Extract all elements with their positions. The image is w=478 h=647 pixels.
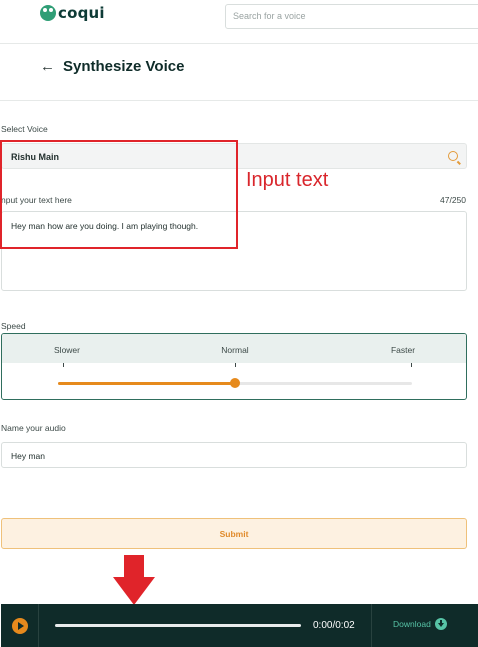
page-title: Synthesize Voice [63,58,185,75]
annotation-highlight-box [0,140,238,249]
annotation-down-arrow-icon [113,555,155,605]
submit-button[interactable]: Submit [1,518,467,549]
download-icon [434,618,447,630]
speed-slider-handle[interactable] [230,378,240,388]
search-input[interactable]: Search for a voice [225,4,478,29]
audio-player: 0:00/0:02 Download [1,604,478,647]
speed-control: Slower Normal Faster [1,333,467,400]
speed-tick-faster: Faster [390,345,416,355]
annotation-label: Input text [246,169,329,191]
top-bar: coqui Search for a voice [0,0,478,44]
select-voice-label: Select Voice [1,124,48,134]
speed-tick-mark [63,363,64,367]
play-icon[interactable] [11,617,28,634]
download-label: Download [393,619,431,629]
logo-text: coqui [58,4,105,22]
audio-progress-bar[interactable] [55,624,301,627]
coqui-logo[interactable]: coqui [40,4,105,22]
play-cell [1,604,39,647]
frog-logo-icon [40,5,56,21]
speed-label: Speed [1,321,26,331]
speed-header: Slower Normal Faster [2,334,466,363]
audio-name-field[interactable]: Hey man [1,442,467,468]
back-arrow-icon[interactable]: ← [40,58,55,75]
audio-time: 0:00/0:02 [313,620,355,631]
char-count: 47/250 [440,195,466,205]
search-icon[interactable] [448,151,458,161]
speed-tick-mark [235,363,236,367]
speed-tick-normal: Normal [221,345,249,355]
speed-tick-mark [411,363,412,367]
download-button[interactable]: Download [393,618,447,630]
player-divider [371,604,372,647]
header-divider [0,100,478,101]
page-header: ← Synthesize Voice [40,58,184,75]
speed-slider[interactable] [58,378,412,388]
speed-tick-slower: Slower [54,345,80,355]
name-audio-label: Name your audio [1,423,66,433]
speed-slider-fill [58,382,235,385]
